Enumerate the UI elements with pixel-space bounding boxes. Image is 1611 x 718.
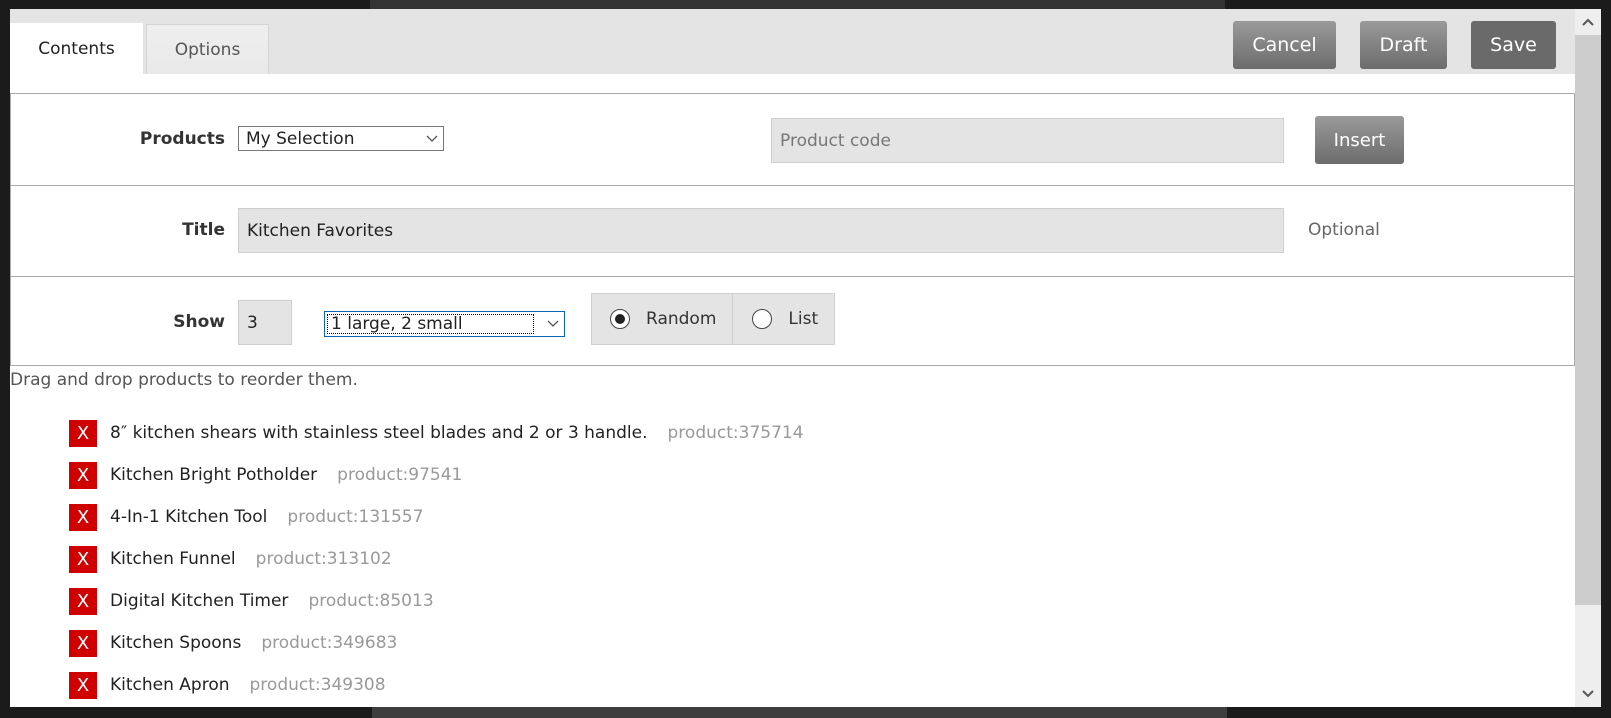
radio-random-label: Random	[646, 309, 717, 329]
scroll-up-icon[interactable]	[1575, 9, 1601, 35]
product-name: Kitchen Funnel	[110, 549, 236, 569]
vertical-scrollbar[interactable]	[1575, 9, 1601, 707]
product-code: product:131557	[287, 507, 424, 527]
radio-random[interactable]: Random	[591, 293, 734, 345]
product-code: product:85013	[308, 591, 434, 611]
title-input[interactable]	[238, 208, 1284, 253]
remove-product-icon[interactable]: X	[69, 461, 97, 489]
remove-product-icon[interactable]: X	[69, 587, 97, 615]
product-code: product:349308	[249, 675, 386, 695]
title-row: Title Optional	[11, 186, 1574, 277]
product-code: product:349683	[261, 633, 398, 653]
product-selection-dialog: Contents Options Cancel Draft Save Produ…	[10, 9, 1601, 707]
product-name: 8″ kitchen shears with stainless steel b…	[110, 423, 648, 443]
show-count-input[interactable]	[238, 300, 292, 345]
tab-contents[interactable]: Contents	[10, 23, 143, 74]
radio-list[interactable]: List	[733, 293, 836, 345]
dialog-header: Contents Options Cancel Draft Save	[10, 9, 1575, 74]
settings-form: Products My Selection Insert Title Optio…	[10, 93, 1575, 366]
show-row: Show 1 large, 2 small Random List	[11, 277, 1574, 365]
product-list-item[interactable]: X Kitchen Bright Potholder product:97541	[69, 454, 804, 496]
cancel-button[interactable]: Cancel	[1233, 21, 1336, 69]
title-label: Title	[182, 220, 225, 240]
order-radio-group: Random List	[591, 293, 836, 345]
reorder-hint: Drag and drop products to reorder them.	[10, 370, 358, 390]
remove-product-icon[interactable]: X	[69, 671, 97, 699]
scrollbar-thumb[interactable]	[1575, 35, 1601, 605]
product-code: product:313102	[255, 549, 392, 569]
remove-product-icon[interactable]: X	[69, 545, 97, 573]
draft-button[interactable]: Draft	[1360, 21, 1447, 69]
product-list-item[interactable]: X 8″ kitchen shears with stainless steel …	[69, 412, 804, 454]
radio-list-label: List	[788, 309, 819, 329]
remove-product-icon[interactable]: X	[69, 629, 97, 657]
products-label: Products	[139, 129, 225, 149]
tab-options[interactable]: Options	[146, 24, 269, 74]
product-code-input[interactable]	[771, 118, 1284, 163]
scroll-down-icon[interactable]	[1575, 681, 1601, 707]
layout-select-value: 1 large, 2 small	[331, 314, 463, 334]
products-select[interactable]: My Selection	[238, 126, 444, 151]
product-list-item[interactable]: X Digital Kitchen Timer product:85013	[69, 580, 804, 622]
product-name: Digital Kitchen Timer	[110, 591, 289, 611]
product-code: product:375714	[667, 423, 804, 443]
chevron-down-icon	[425, 132, 439, 146]
product-name: Kitchen Bright Potholder	[110, 465, 318, 485]
product-name: 4-In-1 Kitchen Tool	[110, 507, 268, 527]
products-select-value: My Selection	[246, 128, 355, 149]
background-page-bottom	[372, 707, 1227, 718]
product-name: Kitchen Spoons	[110, 633, 242, 653]
product-code: product:97541	[337, 465, 463, 485]
save-button[interactable]: Save	[1471, 21, 1556, 69]
optional-hint: Optional	[1308, 220, 1380, 240]
product-list-item[interactable]: X Kitchen Apron product:349308	[69, 664, 804, 706]
chevron-down-icon	[546, 317, 560, 331]
product-list-item[interactable]: X 4-In-1 Kitchen Tool product:131557	[69, 496, 804, 538]
remove-product-icon[interactable]: X	[69, 503, 97, 531]
product-list: X 8″ kitchen shears with stainless steel …	[69, 412, 804, 706]
show-label: Show	[173, 312, 225, 332]
product-list-item[interactable]: X Kitchen Funnel product:313102	[69, 538, 804, 580]
insert-button[interactable]: Insert	[1315, 116, 1404, 164]
radio-unchecked-icon	[752, 309, 773, 329]
product-list-item[interactable]: X Kitchen Spoons product:349683	[69, 622, 804, 664]
radio-checked-icon	[610, 309, 630, 329]
products-row: Products My Selection Insert	[11, 94, 1574, 186]
remove-product-icon[interactable]: X	[69, 419, 97, 447]
product-name: Kitchen Apron	[110, 675, 230, 695]
layout-select[interactable]: 1 large, 2 small	[324, 311, 565, 337]
